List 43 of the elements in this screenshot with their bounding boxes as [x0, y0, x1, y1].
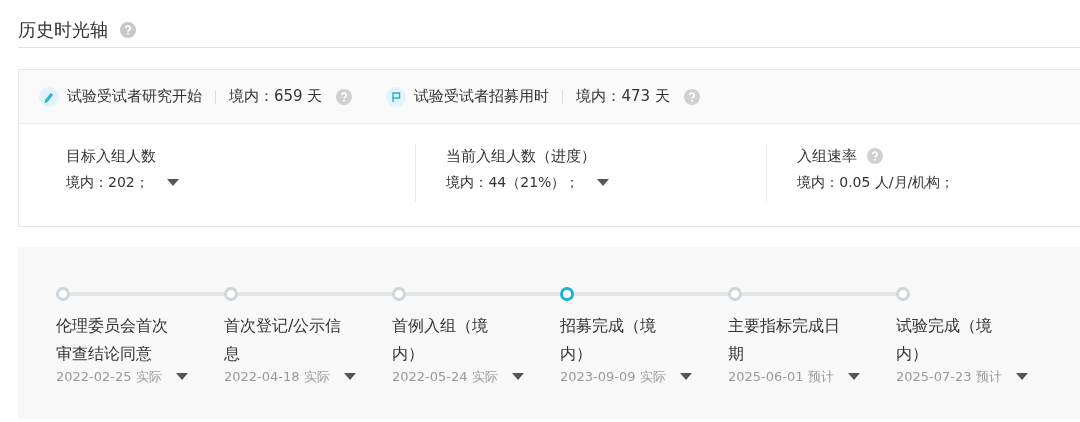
milestone-title: 伦理委员会首次审查结论同意	[56, 315, 169, 365]
stat-value: 境内：44（21%）；	[446, 174, 580, 192]
summary-label: 试验受试者研究开始	[67, 87, 202, 106]
caret-icon[interactable]	[175, 373, 188, 381]
milestone-title: 首例入组（境内）	[392, 315, 489, 365]
milestone-date: 2022-02-25 实际	[56, 368, 162, 386]
stat-label: 目标入组人数	[66, 146, 156, 166]
milestone-title: 招募完成（境内）	[560, 315, 657, 365]
help-icon[interactable]	[120, 22, 136, 38]
caret-icon[interactable]	[847, 373, 860, 381]
help-icon[interactable]	[336, 88, 353, 105]
milestone-title: 主要指标完成日期	[728, 315, 841, 365]
milestone-title: 首次登记/公示信息	[224, 315, 343, 365]
caret-icon[interactable]	[1015, 373, 1028, 381]
summary-value: 境内：473 天	[576, 87, 670, 106]
milestone-date: 2022-05-24 实际	[392, 368, 498, 386]
stat-value: 境内：202；	[66, 174, 149, 192]
milestone-date: 2023-09-09 实际	[560, 368, 666, 386]
help-icon[interactable]	[867, 148, 884, 164]
timeline-node[interactable]	[896, 287, 910, 301]
pen-icon	[39, 86, 59, 107]
summary-value: 境内：659 天	[229, 87, 323, 106]
summary-label: 试验受试者招募用时	[414, 87, 550, 106]
milestone-date: 2022-04-18 实际	[224, 368, 330, 386]
caret-icon[interactable]	[166, 179, 179, 187]
caret-icon[interactable]	[597, 179, 610, 187]
milestone-date: 2025-07-23 预计	[896, 368, 1002, 386]
caret-icon[interactable]	[511, 373, 524, 381]
timeline-node[interactable]	[392, 287, 406, 301]
stat-label: 当前入组人数（进度）	[446, 146, 597, 166]
timeline-node[interactable]	[728, 287, 742, 301]
caret-icon[interactable]	[679, 373, 692, 381]
caret-icon[interactable]	[343, 373, 356, 381]
stat-label: 入组速率	[797, 146, 858, 166]
help-icon[interactable]	[683, 88, 700, 105]
section-title: 历史时光轴	[18, 18, 108, 42]
milestone-title: 试验完成（境内）	[896, 315, 993, 365]
timeline-node[interactable]	[560, 287, 574, 301]
stat-value: 境内：0.05 人/月/机构；	[797, 174, 955, 192]
timeline-node[interactable]	[224, 287, 238, 301]
flag-icon	[386, 86, 407, 107]
timeline-node[interactable]	[56, 287, 70, 301]
milestone-date: 2025-06-01 预计	[728, 368, 834, 386]
